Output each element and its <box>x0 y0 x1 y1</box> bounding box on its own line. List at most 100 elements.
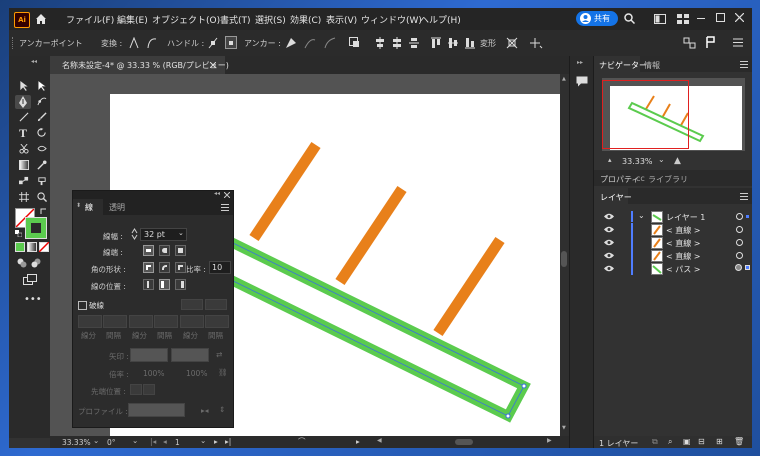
strip-collapse[interactable]: ▸▸ <box>577 59 583 66</box>
hscroll-right-icon[interactable]: ▶ <box>547 437 552 444</box>
line-tool-icon[interactable] <box>19 112 29 122</box>
new-sublayer-icon[interactable]: ⊟ <box>698 437 705 446</box>
layer-row[interactable]: ⌄ レイヤー 1 <box>594 210 752 223</box>
square-cap-button[interactable] <box>175 245 186 256</box>
menu-effect[interactable]: 効果(C) <box>290 13 321 26</box>
miter-join-button[interactable] <box>143 262 154 273</box>
collect-export-icon[interactable]: ⧉ <box>652 437 658 447</box>
scale-start-value[interactable]: 100% <box>143 369 164 378</box>
eye-icon[interactable] <box>604 213 614 220</box>
target-circle[interactable] <box>736 213 743 220</box>
gradient-mode-button[interactable] <box>27 242 37 252</box>
rotation-angle[interactable]: 0° <box>107 438 116 447</box>
anchor-point[interactable] <box>505 413 511 419</box>
show-handles-icon[interactable] <box>208 37 218 49</box>
zoom-out-icon[interactable]: ▴ <box>608 156 612 164</box>
draw-mode-icon[interactable] <box>17 258 27 268</box>
maximize-button[interactable] <box>716 13 725 22</box>
flip-vertical-icon[interactable]: ⇕ <box>219 405 225 414</box>
target-circle[interactable] <box>736 226 743 233</box>
bevel-join-button[interactable] <box>175 262 186 273</box>
close-tab-icon[interactable] <box>210 62 216 68</box>
eye-icon[interactable] <box>604 252 614 259</box>
tip-place-button[interactable] <box>143 384 155 395</box>
orange-line-1[interactable] <box>249 141 321 242</box>
direct-selection-tool-icon[interactable] <box>37 81 47 91</box>
scale-end-value[interactable]: 100% <box>186 369 207 378</box>
libraries-tab-label[interactable]: ライブラリ <box>648 174 688 185</box>
align-right-icon[interactable] <box>409 37 419 49</box>
more-tools-button[interactable]: ••• <box>24 294 42 305</box>
dashed-checkbox[interactable] <box>78 301 87 310</box>
swap-arrows-icon[interactable]: ⇄ <box>216 350 222 359</box>
dash-1-input[interactable] <box>78 315 102 328</box>
warp-label[interactable]: 変形 <box>480 38 496 49</box>
home-icon[interactable] <box>35 13 47 25</box>
sublayer-row-selected[interactable]: < パス > <box>594 262 752 275</box>
align-middle-icon[interactable] <box>448 37 458 49</box>
panel-menu-icon[interactable] <box>740 61 748 68</box>
expand-chevron-icon[interactable]: ⌄ <box>638 211 645 220</box>
navigator-zoom[interactable]: 33.33% <box>622 157 653 166</box>
anchor-point[interactable] <box>521 383 527 389</box>
hide-handles-icon[interactable] <box>225 36 237 49</box>
zoom-tool-icon[interactable] <box>37 192 47 202</box>
info-tab-label[interactable]: 情報 <box>644 60 660 71</box>
arrange-icon[interactable] <box>683 37 697 49</box>
convert-smooth-icon[interactable] <box>147 37 157 49</box>
share-button[interactable]: 共有 <box>576 11 618 26</box>
sublayer-row[interactable]: < 直線 > <box>594 249 752 262</box>
eye-icon[interactable] <box>604 239 614 246</box>
new-layer-icon[interactable]: ⊞ <box>716 437 723 446</box>
color-mode-button[interactable] <box>15 242 25 252</box>
live-paint-tool-icon[interactable] <box>37 176 47 186</box>
orange-line-2[interactable] <box>335 185 407 286</box>
puppet-icon[interactable] <box>529 37 543 49</box>
stroke-tab[interactable]: ⬍ 線 <box>73 199 103 215</box>
type-tool-icon[interactable]: T <box>19 126 27 141</box>
artboard-tool-icon[interactable] <box>19 192 29 202</box>
artboard-number[interactable]: 1 <box>175 438 180 447</box>
canvas-vertical-scrollbar[interactable]: ▲ ▼ <box>560 74 569 436</box>
gap-1-input[interactable] <box>103 315 127 328</box>
minimize-button[interactable] <box>697 18 705 19</box>
curvature-tool-icon[interactable] <box>37 96 47 106</box>
rotate-tool-icon[interactable] <box>37 128 47 138</box>
menu-object[interactable]: オブジェクト(O) <box>152 13 220 26</box>
align-center-icon[interactable] <box>392 37 402 49</box>
profile-select[interactable] <box>128 403 185 417</box>
selection-tool-icon[interactable] <box>19 81 29 91</box>
connect-anchor-icon[interactable] <box>304 37 316 49</box>
width-tool-icon[interactable] <box>37 144 47 154</box>
document-tab[interactable]: 名称未設定-4* @ 33.33 % (RGB/プレビュー) <box>50 56 229 74</box>
rotation-chevron-icon[interactable]: ⌄ <box>132 436 138 445</box>
align-center-stroke-button[interactable] <box>143 279 154 290</box>
transform-icon[interactable] <box>506 37 518 49</box>
paintbrush-tool-icon[interactable] <box>37 112 47 122</box>
round-cap-button[interactable] <box>159 245 170 256</box>
weight-input[interactable]: 32 pt ⌄ <box>140 228 187 241</box>
menu-help[interactable]: ヘルプ(H) <box>420 13 461 26</box>
draw-behind-icon[interactable] <box>31 258 41 268</box>
target-circle[interactable] <box>736 252 743 259</box>
swap-fill-stroke-icon[interactable] <box>40 208 47 215</box>
dash-align-button[interactable] <box>205 299 227 310</box>
link-scale-icon[interactable]: ⛓ <box>218 368 228 377</box>
pin-icon[interactable] <box>705 36 717 49</box>
menu-select[interactable]: 選択(S) <box>255 13 286 26</box>
selection-square[interactable] <box>746 215 749 218</box>
status-info-icon[interactable]: ⌒ <box>298 436 306 447</box>
tools-collapse[interactable]: ◂◂ <box>31 58 37 65</box>
arrange-documents-icon[interactable] <box>654 14 666 24</box>
arrow-start-select[interactable] <box>130 348 168 362</box>
menu-window[interactable]: ウィンドウ(W) <box>361 13 422 26</box>
target-circle-filled[interactable] <box>735 264 742 271</box>
status-menu-icon[interactable]: ▸ <box>356 437 360 446</box>
tip-extend-button[interactable] <box>130 384 142 395</box>
prev-artboard-icon[interactable]: ◂ <box>163 437 167 446</box>
remove-anchor-icon[interactable] <box>285 37 297 49</box>
delete-layer-icon[interactable]: 🗑 <box>734 437 744 446</box>
blend-tool-icon[interactable] <box>19 176 29 186</box>
eyedropper-tool-icon[interactable] <box>37 160 47 170</box>
zoom-chevron-icon[interactable]: ⌄ <box>93 436 99 445</box>
